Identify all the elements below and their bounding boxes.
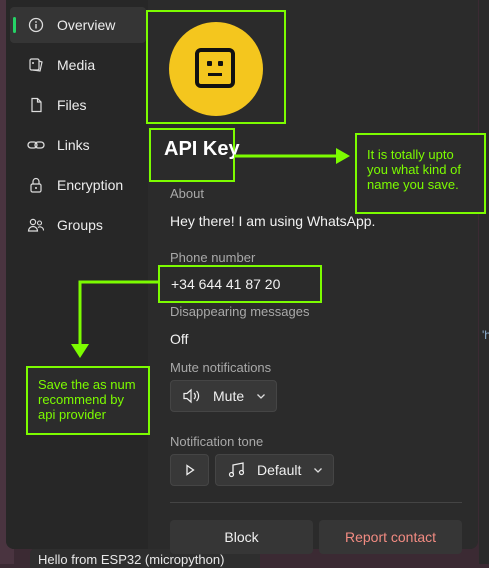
sidebar-item-encryption[interactable]: Encryption	[10, 167, 146, 203]
mute-button-label: Mute	[213, 388, 245, 404]
background-chat-text: 'h	[482, 328, 489, 342]
eye-left	[207, 61, 212, 66]
about-value: Hey there! I am using WhatsApp.	[170, 213, 376, 229]
chat-background-right	[479, 0, 489, 564]
tone-dropdown[interactable]: Default	[215, 454, 334, 486]
info-icon	[26, 15, 46, 35]
chevron-down-icon	[313, 466, 323, 474]
tone-value: Default	[257, 462, 302, 478]
groups-icon	[26, 215, 46, 235]
disappearing-label: Disappearing messages	[170, 304, 310, 319]
report-contact-button[interactable]: Report contact	[319, 520, 462, 554]
sidebar-item-label: Links	[57, 137, 90, 153]
sidebar-item-label: Encryption	[57, 177, 124, 193]
contact-name[interactable]: API Key	[164, 138, 240, 161]
play-tone-button[interactable]	[170, 454, 209, 486]
robot-face-icon	[195, 48, 235, 88]
phone-value[interactable]: +34 644 41 87 20	[171, 276, 280, 292]
eye-right	[218, 61, 223, 66]
about-label: About	[170, 186, 204, 201]
sidebar-item-files[interactable]: Files	[10, 87, 146, 123]
chevron-down-icon	[256, 392, 266, 400]
mute-label: Mute notifications	[170, 360, 272, 375]
sidebar-item-overview[interactable]: Overview	[10, 7, 146, 43]
file-icon	[26, 95, 46, 115]
disappearing-value[interactable]: Off	[170, 331, 188, 347]
avatar-highlight-box	[146, 10, 286, 124]
link-icon	[26, 135, 46, 155]
music-note-icon	[228, 462, 246, 478]
sidebar-item-label: Files	[57, 97, 87, 113]
mouth	[208, 73, 222, 76]
divider	[170, 502, 462, 503]
sidebar-item-label: Overview	[57, 17, 116, 33]
sidebar-item-label: Groups	[57, 217, 103, 233]
play-icon	[185, 464, 195, 476]
lock-icon	[26, 175, 46, 195]
media-icon	[26, 55, 46, 75]
avatar[interactable]	[169, 22, 263, 116]
active-indicator	[13, 17, 16, 33]
sidebar-item-label: Media	[57, 57, 96, 73]
sidebar-item-groups[interactable]: Groups	[10, 207, 146, 243]
sidebar-item-media[interactable]: Media	[10, 47, 146, 83]
sidebar-item-links[interactable]: Links	[10, 127, 146, 163]
name-annotation-note: It is totally upto you what kind of name…	[355, 133, 486, 214]
block-button[interactable]: Block	[170, 520, 313, 554]
speaker-icon	[182, 388, 202, 404]
info-sidebar: Overview Media Files Links Encryption Gr…	[6, 0, 148, 549]
mute-dropdown[interactable]: Mute	[170, 380, 277, 412]
tone-label: Notification tone	[170, 434, 264, 449]
phone-annotation-note: Save the as num recommend by api provide…	[26, 366, 150, 435]
phone-label: Phone number	[170, 250, 256, 265]
